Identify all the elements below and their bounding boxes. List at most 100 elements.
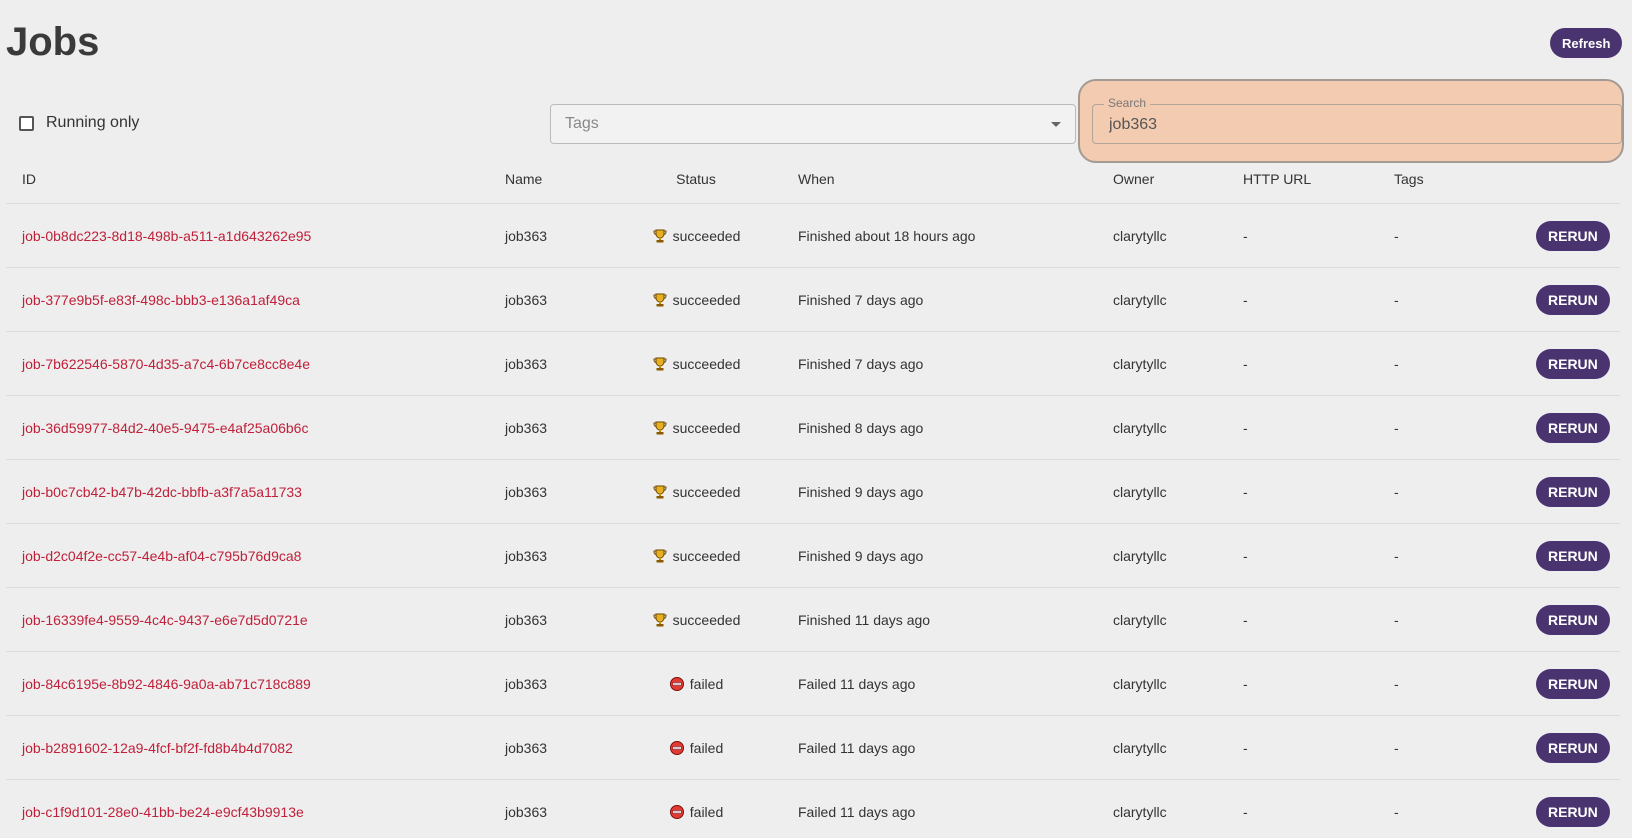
table-row: job-b0c7cb42-b47b-42dc-bbfb-a3f7a5a11733… [6,460,1620,524]
job-id-link[interactable]: job-36d59977-84d2-40e5-9475-e4af25a06b6c [22,420,308,436]
rerun-button[interactable]: RERUN [1536,284,1610,315]
job-tags: - [1394,419,1399,436]
table-body: job-0b8dc223-8d18-498b-a511-a1d643262e95… [6,204,1620,838]
job-owner: clarytyllc [1113,355,1167,372]
trophy-icon [652,548,668,564]
table-row: job-16339fe4-9559-4c4c-9437-e6e7d5d0721e… [6,588,1620,652]
job-id-link[interactable]: job-b0c7cb42-b47b-42dc-bbfb-a3f7a5a11733 [22,484,302,500]
status-badge: failed [669,676,723,692]
rerun-button[interactable]: RERUN [1536,796,1610,827]
running-only-label: Running only [46,114,140,131]
table-row: job-d2c04f2e-cc57-4e4b-af04-c795b76d9ca8… [6,524,1620,588]
job-name: job363 [505,547,548,564]
status-text: succeeded [672,547,741,564]
job-owner: clarytyllc [1113,803,1167,820]
status-text: failed [689,675,724,692]
trophy-icon [652,228,668,244]
rerun-button[interactable]: RERUN [1536,220,1610,251]
job-http-url: - [1243,355,1248,372]
tags-select[interactable]: Tags [550,104,1076,144]
job-id-link[interactable]: job-84c6195e-8b92-4846-9a0a-ab71c718c889 [22,676,311,692]
job-when: Finished 9 days ago [798,483,924,500]
job-id-link[interactable]: job-16339fe4-9559-4c4c-9437-e6e7d5d0721e [22,612,308,628]
table-row: job-84c6195e-8b92-4846-9a0a-ab71c718c889… [6,652,1620,716]
status-badge: succeeded [652,292,740,308]
job-owner: clarytyllc [1113,611,1167,628]
status-text: failed [689,739,724,756]
search-label: Search [1104,96,1151,110]
rerun-button[interactable]: RERUN [1536,476,1610,507]
failed-icon [669,740,685,756]
table-row: job-377e9b5f-e83f-498c-bbb3-e136a1af49ca… [6,268,1620,332]
rerun-button[interactable]: RERUN [1536,604,1610,635]
job-tags: - [1394,227,1399,244]
job-id-link[interactable]: job-377e9b5f-e83f-498c-bbb3-e136a1af49ca [22,292,300,308]
job-name: job363 [505,675,548,692]
job-name: job363 [505,355,548,372]
status-text: succeeded [672,355,741,372]
status-badge: succeeded [652,611,741,628]
job-when: Finished 9 days ago [798,547,924,564]
job-when: Finished 7 days ago [798,291,924,308]
trophy-icon [652,612,668,628]
job-when: Finished 7 days ago [798,355,924,372]
failed-icon [669,804,685,820]
job-id-link[interactable]: job-0b8dc223-8d18-498b-a511-a1d643262e95 [22,228,311,244]
job-when: Finished 11 days ago [798,611,931,628]
running-only-checkbox[interactable] [19,115,34,131]
refresh-button[interactable]: Refresh [1550,28,1623,58]
rerun-button[interactable]: RERUN [1536,732,1610,763]
header-status: Status [676,171,716,187]
job-when: Finished about 18 hours ago [798,227,976,244]
job-tags: - [1394,547,1399,564]
rerun-button[interactable]: RERUN [1536,668,1610,699]
job-tags: - [1394,611,1399,628]
status-text: succeeded [672,227,741,244]
job-name: job363 [505,611,548,628]
status-text: succeeded [672,483,741,500]
running-only-toggle[interactable]: Running only [19,114,139,132]
job-http-url: - [1243,675,1248,692]
job-id-link[interactable]: job-d2c04f2e-cc57-4e4b-af04-c795b76d9ca8 [22,548,301,564]
jobs-table: ID Name Status When Owner HTTP URL Tags … [6,155,1620,838]
status-text: failed [689,803,724,820]
status-text: succeeded [672,611,741,628]
job-http-url: - [1243,739,1248,756]
job-id-link[interactable]: job-b2891602-12a9-4fcf-bf2f-fd8b4b4d7082 [22,740,293,756]
header-when: When [798,171,835,187]
job-http-url: - [1243,547,1248,564]
job-owner: clarytyllc [1113,419,1167,436]
table-row: job-0b8dc223-8d18-498b-a511-a1d643262e95… [6,204,1620,268]
job-name: job363 [505,291,548,308]
trophy-icon [652,356,668,372]
table-row: job-7b622546-5870-4d35-a7c4-6b7ce8cc8e4e… [6,332,1620,396]
job-name: job363 [505,483,548,500]
rerun-button[interactable]: RERUN [1536,412,1610,443]
status-badge: succeeded [652,227,741,244]
status-badge: succeeded [652,483,741,500]
job-owner: clarytyllc [1113,547,1167,564]
job-id-link[interactable]: job-c1f9d101-28e0-41bb-be24-e9cf43b9913e [22,804,304,820]
page-title: Jobs [6,20,100,64]
header-http-url: HTTP URL [1243,171,1312,187]
rerun-button[interactable]: RERUN [1536,348,1610,379]
search-input[interactable] [1107,112,1611,138]
header-name: Name [505,171,543,187]
job-name: job363 [505,227,548,244]
header-id: ID [22,171,36,187]
job-http-url: - [1243,419,1248,436]
trophy-icon [652,292,668,308]
job-http-url: - [1243,483,1248,500]
job-owner: clarytyllc [1113,739,1167,756]
rerun-button[interactable]: RERUN [1536,540,1610,571]
trophy-icon [652,484,668,500]
job-id-link[interactable]: job-7b622546-5870-4d35-a7c4-6b7ce8cc8e4e [22,356,310,372]
header-owner: Owner [1113,171,1155,187]
chevron-down-icon [1051,121,1061,127]
job-tags: - [1394,291,1399,308]
status-badge: failed [669,740,723,756]
job-tags: - [1394,675,1399,692]
status-badge: failed [669,804,723,820]
table-row: job-b2891602-12a9-4fcf-bf2f-fd8b4b4d7082… [6,716,1620,780]
job-owner: clarytyllc [1113,291,1167,308]
